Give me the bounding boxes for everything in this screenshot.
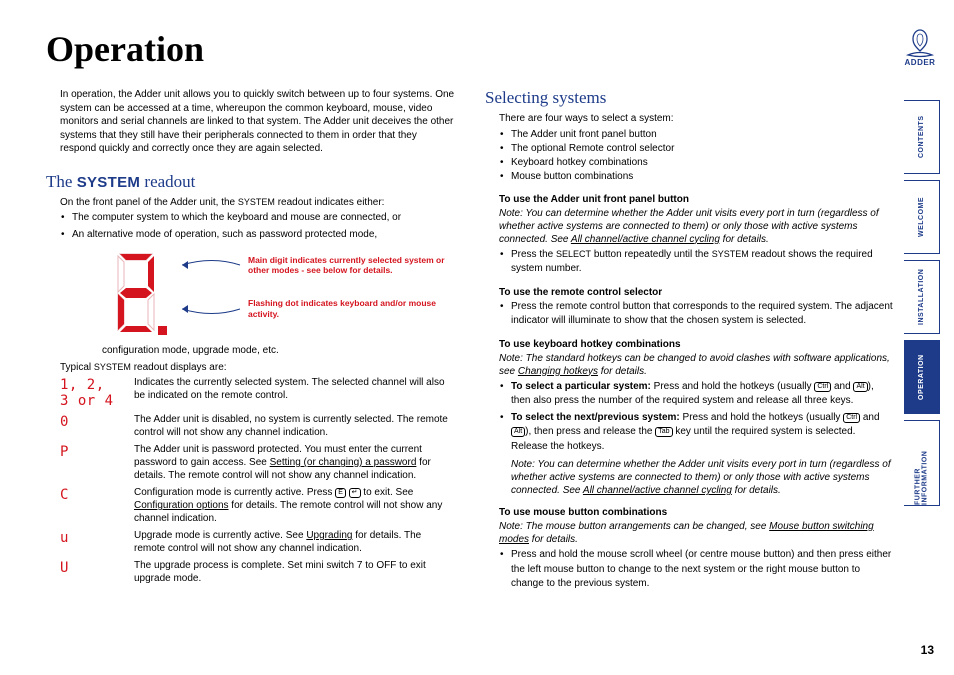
- page-title: Operation: [46, 28, 894, 70]
- system-readout-heading: The SYSTEM readout: [46, 172, 455, 192]
- link-config-options[interactable]: Configuration options: [134, 500, 229, 511]
- left-column: In operation, the Adder unit allows you …: [46, 88, 455, 596]
- readout-bullets: The computer system to which the keyboar…: [46, 211, 455, 242]
- seven-segment-display: [106, 248, 172, 340]
- sec4-head: To use mouse button combinations: [485, 507, 894, 518]
- link-cycling-1[interactable]: All channel/active channel cycling: [571, 234, 720, 245]
- link-cycling-2[interactable]: All channel/active channel cycling: [583, 485, 732, 496]
- sec2-head: To use the remote control selector: [485, 287, 894, 298]
- readout-table: 1, 2, 3 or 4 Indicates the currently sel…: [46, 376, 455, 585]
- brand-label: ADDER: [898, 58, 942, 67]
- ways-list: The Adder unit front panel button The op…: [485, 128, 894, 184]
- page-number: 13: [921, 643, 934, 657]
- right-column: Selecting systems There are four ways to…: [485, 88, 894, 596]
- callout-main-digit: Main digit indicates currently selected …: [248, 255, 455, 276]
- brand-logo: ADDER: [898, 28, 942, 68]
- link-upgrading[interactable]: Upgrading: [306, 530, 352, 541]
- nav-operation[interactable]: OPERATION: [904, 340, 940, 414]
- intro-text: In operation, the Adder unit allows you …: [46, 88, 455, 156]
- sec3-head: To use keyboard hotkey combinations: [485, 339, 894, 350]
- sec1-head: To use the Adder unit front panel button: [485, 194, 894, 205]
- link-setting-password[interactable]: Setting (or changing) a password: [270, 457, 417, 468]
- nav-installation[interactable]: INSTALLATION: [904, 260, 940, 334]
- link-changing-hotkeys[interactable]: Changing hotkeys: [518, 366, 598, 377]
- callout-arrow-icon: [182, 258, 242, 272]
- side-nav: CONTENTS WELCOME INSTALLATION OPERATION …: [904, 100, 940, 506]
- seven-segment-diagram: Main digit indicates currently selected …: [46, 248, 455, 340]
- nav-further[interactable]: FURTHER INFORMATION: [904, 420, 940, 506]
- readout-intro: On the front panel of the Adder unit, th…: [46, 196, 455, 210]
- callout-arrow-icon: [182, 302, 242, 316]
- selecting-systems-heading: Selecting systems: [485, 88, 894, 108]
- nav-contents[interactable]: CONTENTS: [904, 100, 940, 174]
- callout-dot: Flashing dot indicates keyboard and/or m…: [248, 298, 455, 319]
- nav-welcome[interactable]: WELCOME: [904, 180, 940, 254]
